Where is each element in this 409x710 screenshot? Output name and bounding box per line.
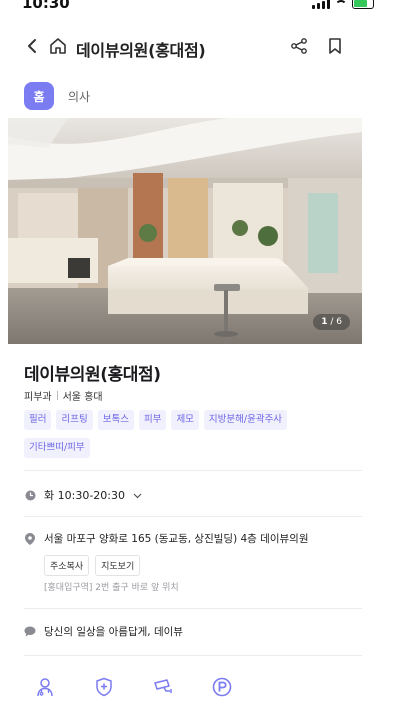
facility-icons [34,676,233,698]
shield-plus-icon[interactable] [93,676,115,698]
status-bar: 10:30 [0,0,409,18]
back-chevron-icon[interactable] [20,34,44,58]
tag-chip[interactable]: 리프팅 [56,410,93,430]
cctv-icon[interactable] [152,676,174,698]
bookmark-icon[interactable] [323,34,347,58]
divider [24,516,362,517]
section-tabs: 홈 의사 [24,82,90,110]
tag-chip[interactable]: 제모 [171,410,199,430]
subway-directions: [홍대입구역] 2번 출구 바로 앞 위치 [44,583,179,593]
parking-icon[interactable] [211,676,233,698]
slogan-row: 당신의 일상을 아름답게, 데이뷰 [24,624,183,639]
clinic-area: 서울 홍대 [62,392,103,403]
clinic-meta: 피부과 서울 홍대 [24,388,103,403]
clinic-name: 데이뷰의원(홍대점) [24,365,161,385]
signal-icon [312,0,330,9]
clock-icon [24,489,36,501]
meta-divider [56,391,58,400]
view-map-button[interactable]: 지도보기 [95,555,141,576]
address-text: 서울 마포구 양화로 165 (동교동, 상진빌딩) 4층 데이뷰의원 [44,533,309,545]
tab-doctor[interactable]: 의사 [68,88,90,105]
address-row: 서울 마포구 양화로 165 (동교동, 상진빌딩) 4층 데이뷰의원 [24,531,308,546]
tag-chip[interactable]: 보톡스 [97,410,134,430]
clinic-interior-photo [8,118,362,344]
tab-home[interactable]: 홈 [24,82,54,110]
share-icon[interactable] [287,34,311,58]
status-time: 10:30 [22,0,70,12]
home-icon[interactable] [46,34,70,58]
tag-chip[interactable]: 기타쁘띠/피부 [24,438,90,458]
address-actions: 주소복사 지도보기 [44,555,141,576]
clinic-photo-gallery[interactable]: 1 / 6 [8,118,362,344]
doctor-icon[interactable] [34,676,56,698]
photo-counter: 1 / 6 [313,314,350,330]
hours-text: 화 10:30-20:30 [44,489,125,502]
clinic-department: 피부과 [24,392,52,403]
wifi-icon [335,0,347,8]
chevron-down-icon[interactable] [133,489,142,502]
speech-bubble-icon [24,626,36,638]
slogan-text: 당신의 일상을 아름답게, 데이뷰 [44,626,183,638]
opening-hours[interactable]: 화 10:30-20:30 [24,487,142,503]
status-icons [312,0,374,9]
treatment-tags: 필러 리프팅 보톡스 피부 제모 지방분해/윤곽주사 기타쁘띠/피부 [24,410,354,458]
page-title: 데이뷰의원(홍대점) [76,41,206,60]
tag-chip[interactable]: 지방분해/윤곽주사 [203,410,288,430]
divider [24,470,362,471]
copy-address-button[interactable]: 주소복사 [44,555,90,576]
tag-chip[interactable]: 필러 [24,410,52,430]
tag-chip[interactable]: 피부 [138,410,167,430]
battery-icon [352,0,374,9]
location-pin-icon [24,532,36,545]
divider [24,608,362,609]
divider [24,655,362,656]
top-nav-bar: 데이뷰의원(홍대점) [0,28,409,68]
